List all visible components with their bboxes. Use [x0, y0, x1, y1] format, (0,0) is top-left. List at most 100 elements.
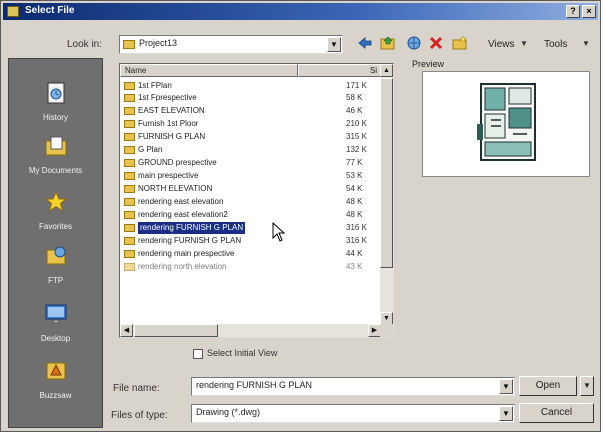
- list-item[interactable]: 1st Fprespective 58 K: [124, 92, 378, 104]
- help-button[interactable]: ?: [566, 5, 580, 18]
- file-name: Furnish 1st Ploor: [138, 119, 199, 128]
- file-name: FURNISH G PLAN: [138, 132, 206, 141]
- favorites-icon: [44, 190, 67, 213]
- window-title: Select File: [25, 5, 75, 16]
- look-in-select[interactable]: Project13 ▼: [119, 35, 343, 54]
- file-type-value: Drawing (*.dwg): [196, 407, 261, 417]
- close-button[interactable]: ×: [582, 5, 596, 18]
- file-size: 54 K: [346, 184, 363, 193]
- place-desktop[interactable]: Desktop: [9, 302, 102, 343]
- open-options-dropdown[interactable]: ▼: [580, 376, 594, 396]
- mouse-cursor-icon: [272, 222, 286, 242]
- file-size: 46 K: [346, 106, 363, 115]
- app-icon: [7, 6, 19, 17]
- list-item[interactable]: rendering main prespective 44 K: [124, 248, 378, 260]
- file-size: 316 K: [346, 223, 367, 232]
- place-label: Favorites: [39, 222, 72, 231]
- scroll-left-arrow[interactable]: ◀: [120, 324, 133, 337]
- folder-icon: [124, 172, 135, 180]
- places-bar: History My Documents Favorites FTP Deskt…: [8, 58, 103, 428]
- folder-icon: [124, 250, 135, 258]
- floor-plan-thumbnail: [477, 83, 536, 161]
- select-file-dialog: Select File ? × Look in: Project13 ▼ Vie…: [0, 0, 601, 432]
- list-item[interactable]: Furnish 1st Ploor 210 K: [124, 118, 378, 130]
- scroll-thumb[interactable]: [380, 78, 393, 268]
- folder-icon: [124, 82, 135, 90]
- file-name: rendering FURNISH G PLAN: [138, 236, 242, 245]
- look-in-value: Project13: [139, 38, 178, 48]
- vertical-scrollbar[interactable]: ▲ ▼: [380, 64, 393, 325]
- list-item[interactable]: NORTH ELEVATION 54 K: [124, 183, 378, 195]
- title-bar[interactable]: Select File ? ×: [3, 3, 598, 20]
- views-menu[interactable]: Views: [488, 39, 515, 50]
- select-initial-view-checkbox[interactable]: [193, 349, 203, 359]
- new-folder-icon[interactable]: [452, 35, 468, 51]
- folder-icon: [124, 211, 135, 219]
- chevron-down-icon[interactable]: ▼: [327, 37, 341, 52]
- column-header-name[interactable]: Name: [120, 64, 298, 77]
- file-list[interactable]: Name Si 1st FPlan 171 K 1st Fprespective 5…: [119, 63, 394, 338]
- list-item-selected[interactable]: rendering FURNISH G PLAN 316 K: [124, 222, 378, 234]
- delete-icon[interactable]: [428, 35, 444, 51]
- tools-dropdown-icon[interactable]: ▼: [582, 39, 590, 48]
- history-icon: [47, 82, 64, 104]
- file-name-value: rendering FURNISH G PLAN: [196, 380, 313, 390]
- folder-icon: [124, 159, 135, 167]
- hscroll-thumb[interactable]: [134, 324, 218, 337]
- cancel-button[interactable]: Cancel: [519, 403, 594, 423]
- file-name: 1st FPlan: [138, 81, 172, 90]
- file-name-field[interactable]: rendering FURNISH G PLAN ▼: [191, 377, 515, 396]
- preview-pane: [422, 71, 590, 177]
- file-name: rendering north elevation: [138, 262, 227, 271]
- column-header-size[interactable]: Si: [298, 64, 382, 77]
- scroll-up-arrow[interactable]: ▲: [380, 64, 393, 77]
- list-item[interactable]: GROUND prespective 77 K: [124, 157, 378, 169]
- file-type-select[interactable]: Drawing (*.dwg) ▼: [191, 404, 515, 423]
- place-history[interactable]: History: [9, 81, 102, 122]
- list-item[interactable]: rendering FURNISH G PLAN 316 K: [124, 235, 378, 247]
- file-size: 53 K: [346, 171, 363, 180]
- file-size: 316 K: [346, 236, 367, 245]
- list-item[interactable]: 1st FPlan 171 K: [124, 80, 378, 92]
- file-name: rendering east elevation2: [138, 210, 228, 219]
- up-folder-icon[interactable]: [380, 35, 396, 51]
- list-item[interactable]: rendering east elevation2 48 K: [124, 209, 378, 221]
- file-size: 132 K: [346, 145, 367, 154]
- file-name: rendering FURNISH G PLAN: [138, 222, 246, 234]
- file-size: 48 K: [346, 197, 363, 206]
- back-icon[interactable]: [357, 35, 373, 51]
- folder-icon: [124, 94, 135, 102]
- list-item[interactable]: rendering north elevation 43 K: [124, 261, 378, 273]
- list-item[interactable]: main prespective 53 K: [124, 170, 378, 182]
- place-ftp[interactable]: FTP: [9, 244, 102, 285]
- views-dropdown-icon[interactable]: ▼: [520, 39, 528, 48]
- horizontal-scrollbar[interactable]: ◀ ▶: [120, 324, 381, 337]
- open-button[interactable]: Open: [519, 376, 577, 396]
- place-favorites[interactable]: Favorites: [9, 190, 102, 231]
- desktop-icon: [45, 304, 66, 324]
- file-name: NORTH ELEVATION: [138, 184, 213, 193]
- file-size: 48 K: [346, 210, 363, 219]
- file-size: 171 K: [346, 81, 367, 90]
- place-label: My Documents: [28, 166, 83, 175]
- chevron-down-icon[interactable]: ▼: [499, 406, 513, 421]
- chevron-down-icon[interactable]: ▼: [499, 379, 513, 394]
- list-item[interactable]: rendering east elevation 48 K: [124, 196, 378, 208]
- file-name: main prespective: [138, 171, 199, 180]
- folder-icon: [124, 120, 135, 128]
- place-label: Desktop: [40, 334, 71, 343]
- tools-menu[interactable]: Tools: [544, 39, 567, 50]
- look-in-label: Look in:: [67, 39, 103, 50]
- list-item[interactable]: EAST ELEVATION 46 K: [124, 105, 378, 117]
- file-size: 315 K: [346, 132, 367, 141]
- search-web-icon[interactable]: [406, 35, 422, 51]
- folder-icon: [124, 224, 135, 232]
- list-item[interactable]: G Plan 132 K: [124, 144, 378, 156]
- place-label: FTP: [47, 276, 64, 285]
- folder-icon: [124, 133, 135, 141]
- place-my-documents[interactable]: My Documents: [9, 134, 102, 175]
- file-size: 44 K: [346, 249, 363, 258]
- file-name: EAST ELEVATION: [138, 106, 205, 115]
- list-item[interactable]: FURNISH G PLAN 315 K: [124, 131, 378, 143]
- place-buzzsaw[interactable]: Buzzsaw: [9, 359, 102, 400]
